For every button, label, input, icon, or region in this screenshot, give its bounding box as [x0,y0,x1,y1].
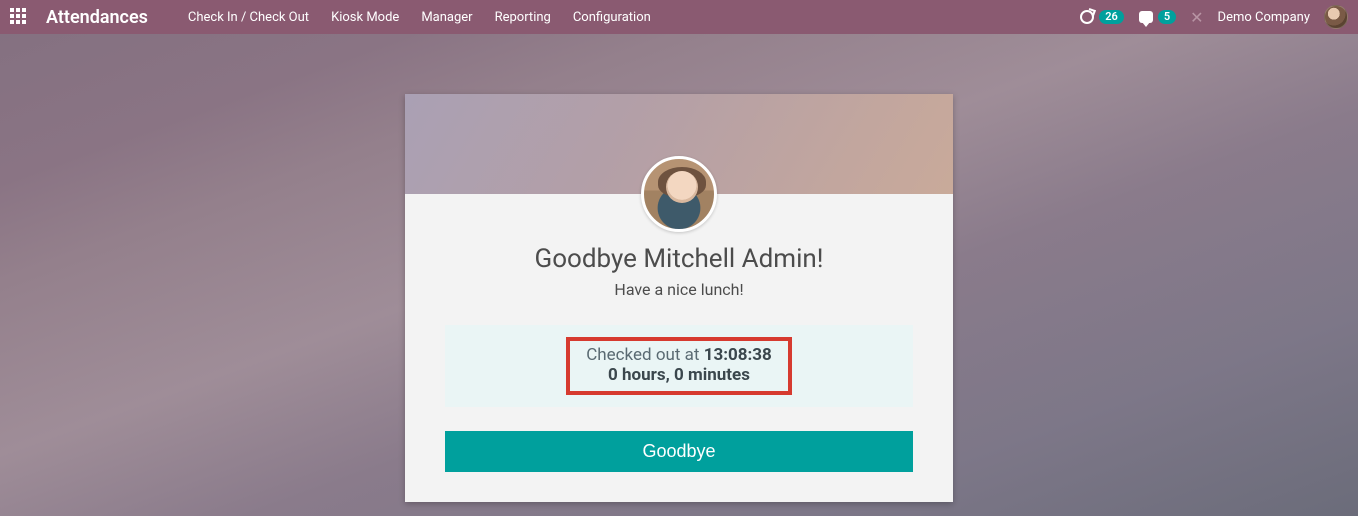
employee-avatar-icon [641,156,717,232]
messages-button[interactable]: 5 [1138,9,1176,25]
card-hero [405,94,953,194]
checkout-info-band: Checked out at 13:08:38 0 hours, 0 minut… [445,325,913,407]
activities-badge: 26 [1099,10,1124,24]
nav-links: Check In / Check Out Kiosk Mode Manager … [188,10,651,25]
messages-badge: 5 [1158,10,1176,24]
goodbye-button[interactable]: Goodbye [445,431,913,472]
nav-link-manager[interactable]: Manager [421,10,472,25]
debug-icon[interactable]: ✕ [1190,8,1203,27]
app-brand[interactable]: Attendances [46,7,148,28]
checkout-info-highlight: Checked out at 13:08:38 0 hours, 0 minut… [566,337,792,395]
activities-button[interactable]: 26 [1079,9,1124,25]
checked-out-label: Checked out at [586,345,703,365]
nav-link-configuration[interactable]: Configuration [573,10,651,25]
checked-out-time: 13:08:38 [704,345,772,365]
checked-out-line: Checked out at 13:08:38 [586,345,772,365]
subtitle-text: Have a nice lunch! [445,280,913,299]
user-avatar-icon[interactable] [1324,5,1348,29]
top-navbar: Attendances Check In / Check Out Kiosk M… [0,0,1358,34]
checkout-card: Goodbye Mitchell Admin! Have a nice lunc… [405,94,953,502]
nav-link-reporting[interactable]: Reporting [495,10,551,25]
clock-icon [1079,9,1095,25]
nav-link-kiosk[interactable]: Kiosk Mode [331,10,399,25]
nav-link-checkin[interactable]: Check In / Check Out [188,10,309,25]
apps-icon[interactable] [10,8,28,26]
greeting-text: Goodbye Mitchell Admin! [445,244,913,274]
card-body: Goodbye Mitchell Admin! Have a nice lunc… [405,194,953,502]
nav-right: 26 5 ✕ Demo Company [1079,5,1348,29]
company-selector[interactable]: Demo Company [1218,10,1310,25]
main-area: Goodbye Mitchell Admin! Have a nice lunc… [0,34,1358,502]
worked-duration: 0 hours, 0 minutes [586,365,772,385]
chat-icon [1138,9,1154,25]
